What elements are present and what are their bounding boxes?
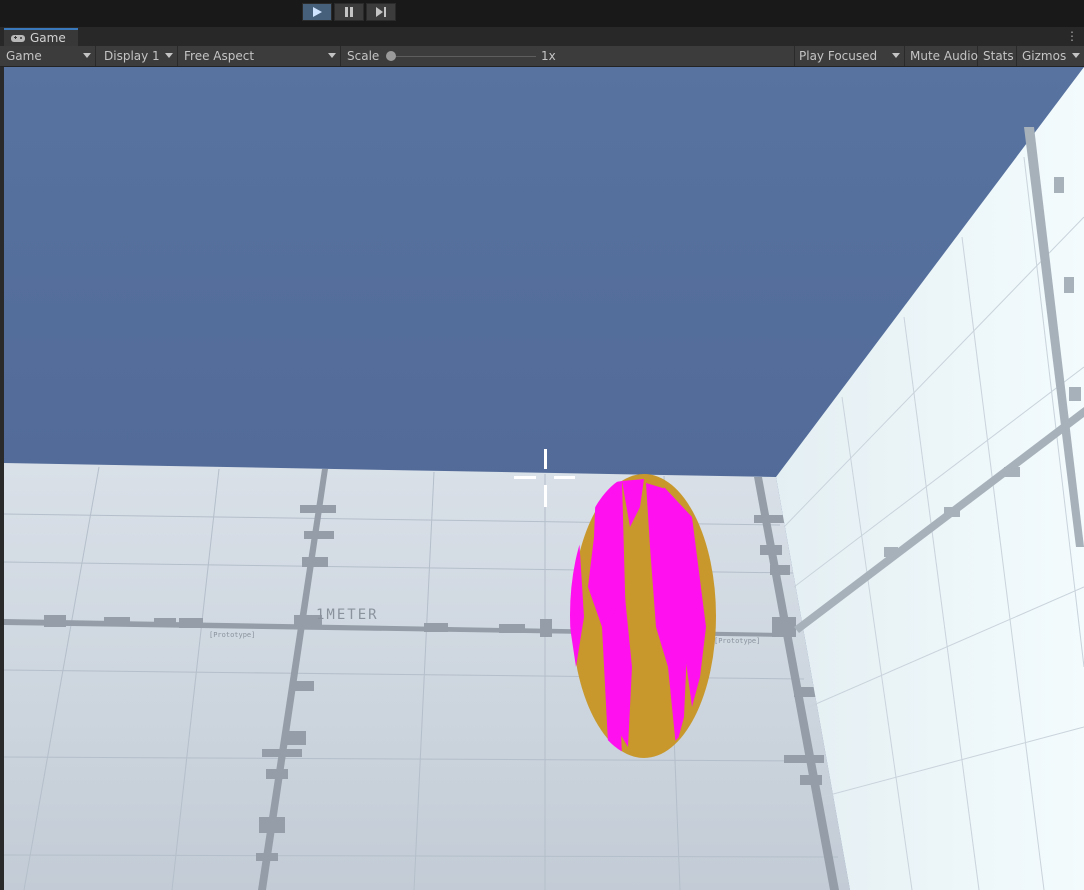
aspect-select-label: Free Aspect [184,49,255,63]
play-button[interactable] [302,3,332,21]
more-options-icon[interactable]: ⋮ [1066,29,1078,43]
aspect-select[interactable]: Free Aspect [178,46,341,66]
scale-value: 1x [535,46,575,66]
chevron-down-icon [165,53,173,58]
chevron-down-icon [328,53,336,58]
view-select-label: Game [6,49,42,63]
tab-game[interactable]: Game [4,28,78,46]
scale-label: Scale [347,49,380,63]
chevron-down-icon [83,53,91,58]
tab-label: Game [30,31,66,45]
mute-audio-toggle[interactable]: Mute Audio [904,46,978,66]
floor-meter-label: 1METER [316,607,379,623]
step-icon [376,7,386,17]
game-toolbar: Game Display 1 Free Aspect Scale 1x Play… [0,46,1084,67]
pause-button[interactable] [334,3,364,21]
stats-toggle[interactable]: Stats [977,46,1017,66]
scale-slider-track[interactable] [388,56,536,57]
play-icon [313,7,322,17]
gamepad-icon [11,35,25,42]
play-toolbar [0,0,1084,27]
mute-audio-label: Mute Audio [910,49,978,63]
pause-icon [345,7,353,17]
scene-render: 1METER [Prototype] [Prototype] [4,67,1084,890]
gizmos-toggle[interactable]: Gizmos [1016,46,1084,66]
view-select[interactable]: Game [0,46,96,66]
tab-bar: Game ⋮ [0,27,1084,47]
chevron-down-icon [892,53,900,58]
play-mode-select[interactable]: Play Focused [793,46,905,66]
scale-slider-handle[interactable] [386,51,396,61]
stats-label: Stats [983,49,1014,63]
scale-value-label: 1x [541,49,556,63]
chevron-down-icon [1072,53,1080,58]
floor-prototype-label: [Prototype] [209,631,255,639]
play-mode-label: Play Focused [799,49,878,63]
floor-prototype-label-right: [Prototype] [714,637,760,645]
step-button[interactable] [366,3,396,21]
display-select[interactable]: Display 1 [98,46,178,66]
gizmos-label: Gizmos [1022,49,1067,63]
display-select-label: Display 1 [104,49,160,63]
game-viewport[interactable]: 1METER [Prototype] [Prototype] [4,67,1084,890]
floor [4,463,850,890]
